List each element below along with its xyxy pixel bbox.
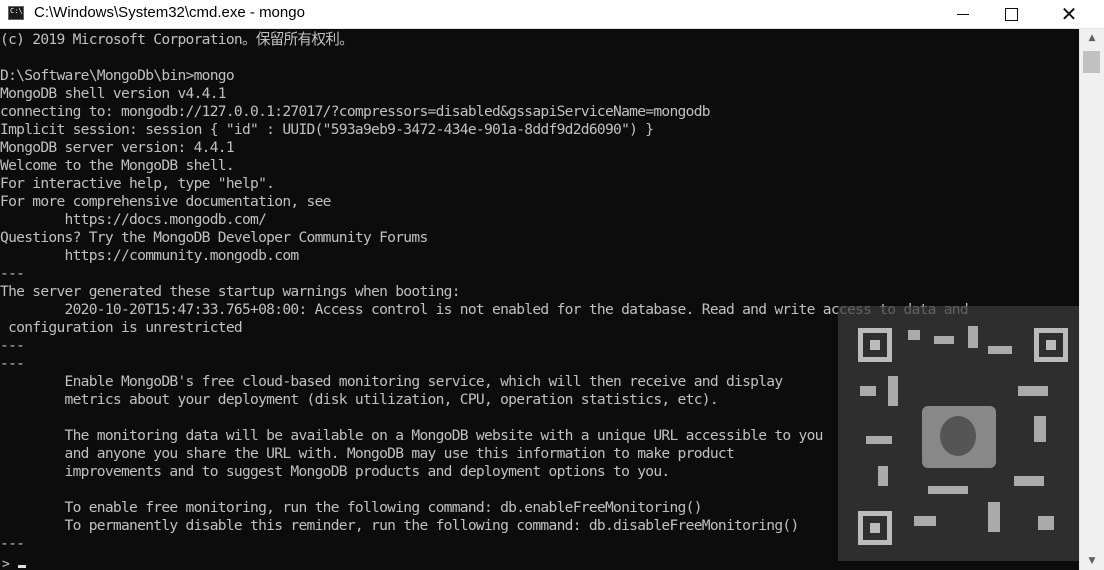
console-line: D:\Software\MongoDb\bin>mongo xyxy=(0,67,235,84)
console-line: To enable free monitoring, run the follo… xyxy=(0,499,703,516)
maximize-icon xyxy=(1004,7,1018,21)
scroll-down-arrow-icon[interactable]: ▼ xyxy=(1080,552,1104,570)
qr-module xyxy=(988,502,1000,532)
scrollbar-thumb[interactable] xyxy=(1083,51,1100,73)
prompt: > xyxy=(2,557,10,570)
qr-finder-pattern xyxy=(858,328,892,362)
console-line: To permanently disable this reminder, ru… xyxy=(0,517,800,534)
scroll-up-arrow-icon[interactable]: ▲ xyxy=(1080,29,1104,47)
window-title: C:\Windows\System32\cmd.exe - mongo xyxy=(34,4,305,21)
console-line: The monitoring data will be available on… xyxy=(0,427,824,444)
qr-module xyxy=(1034,416,1046,442)
console-line: and anyone you share the URL with. Mongo… xyxy=(0,445,735,462)
qr-module xyxy=(988,346,1012,354)
minimize-button[interactable] xyxy=(940,0,986,28)
console-line: Enable MongoDB's free cloud-based monito… xyxy=(0,373,784,390)
qr-avatar-image xyxy=(922,406,996,468)
console-line: Implicit session: session { "id" : UUID(… xyxy=(0,121,654,138)
qr-module xyxy=(908,330,920,340)
console-line: --- xyxy=(0,337,25,354)
qr-module xyxy=(1014,476,1044,486)
console-line: The server generated these startup warni… xyxy=(0,283,461,300)
cmd-window: C:\Windows\System32\cmd.exe - mongo ✕ (c… xyxy=(0,0,1104,570)
console-line: metrics about your deployment (disk util… xyxy=(0,391,719,408)
minimize-icon xyxy=(957,13,969,15)
vertical-scrollbar[interactable]: ▲ ▼ xyxy=(1079,29,1104,570)
qr-module xyxy=(878,466,888,486)
console-line: For interactive help, type "help". xyxy=(0,175,275,192)
qr-code-overlay xyxy=(838,306,1079,561)
qr-module xyxy=(928,486,968,494)
console-line: configuration is unrestricted xyxy=(0,319,243,336)
console-line: --- xyxy=(0,355,25,372)
qr-module xyxy=(1038,516,1054,530)
console-line: https://community.mongodb.com xyxy=(0,247,300,264)
cmd-icon[interactable] xyxy=(8,6,24,20)
qr-module xyxy=(860,386,876,396)
console-line: MongoDB shell version v4.4.1 xyxy=(0,85,227,102)
qr-module xyxy=(1018,386,1048,396)
console-line: --- xyxy=(0,265,25,282)
console-line: connecting to: mongodb://127.0.0.1:27017… xyxy=(0,103,711,120)
close-button[interactable]: ✕ xyxy=(1046,0,1092,28)
console-line: Welcome to the MongoDB shell. xyxy=(0,157,235,174)
console-line: improvements and to suggest MongoDB prod… xyxy=(0,463,671,480)
text-cursor xyxy=(18,565,26,568)
qr-module xyxy=(866,436,892,444)
qr-module xyxy=(968,326,978,348)
title-bar[interactable]: C:\Windows\System32\cmd.exe - mongo ✕ xyxy=(0,0,1104,29)
qr-module xyxy=(914,516,936,526)
console-line: (c) 2019 Microsoft Corporation。保留所有权利。 xyxy=(0,31,354,48)
console-line: https://docs.mongodb.com/ xyxy=(0,211,267,228)
qr-finder-pattern xyxy=(858,511,892,545)
close-icon: ✕ xyxy=(1060,2,1078,26)
console-line: 2020-10-20T15:47:33.765+08:00: Access co… xyxy=(0,301,969,318)
console-line: MongoDB server version: 4.4.1 xyxy=(0,139,235,156)
qr-finder-pattern xyxy=(1034,328,1068,362)
console-line: --- xyxy=(0,535,25,552)
console-line: Questions? Try the MongoDB Developer Com… xyxy=(0,229,428,246)
qr-module xyxy=(888,376,898,406)
maximize-button[interactable] xyxy=(988,0,1034,28)
console-line: For more comprehensive documentation, se… xyxy=(0,193,331,210)
qr-module xyxy=(934,336,954,344)
